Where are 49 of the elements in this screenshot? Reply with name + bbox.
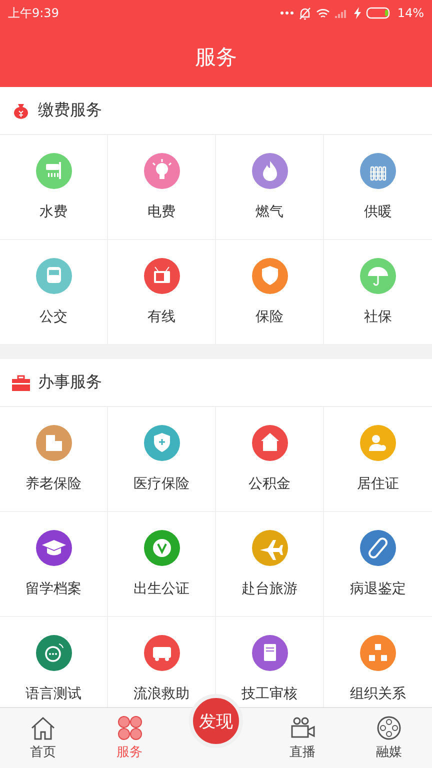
four-petal-icon [116,715,143,741]
radiator-icon [370,166,386,181]
briefcase-icon [12,374,30,390]
battery-percent: 14% [397,6,424,20]
money-bag-icon [12,102,30,120]
tab-bar-item[interactable]: 融媒 [346,708,432,768]
person-check-icon [369,435,386,451]
film-reel-icon [376,715,402,741]
service-tile[interactable]: 公交 [0,240,108,345]
badge-icon [152,539,170,557]
discover-button[interactable]: 发现 [188,694,243,748]
service-tile[interactable]: 公积金 [216,407,324,512]
section-title: 缴费服务 [38,100,102,121]
light-bulb-icon [152,158,172,179]
document-icon [264,644,276,661]
section-title: 办事服务 [38,372,102,393]
service-tile[interactable]: 留学档案 [0,512,108,617]
more-dots-icon [280,11,294,15]
status-time: 上午9:39 [8,4,59,22]
bus-icon [46,267,60,283]
television-icon [154,266,170,283]
service-tile[interactable]: 保险 [216,240,324,345]
charging-bolt-icon [354,7,362,19]
service-tile[interactable]: 燃气 [216,135,324,240]
shield-icon [262,266,278,285]
umbrella-icon [368,267,388,286]
flame-icon [262,161,276,181]
service-tile[interactable]: 养老保险 [0,407,108,512]
battery-icon [366,7,392,19]
airplane-icon [260,540,282,560]
chat-bubble-icon [44,644,63,662]
service-tile[interactable]: 出生公证 [108,512,216,617]
wifi-icon [316,8,330,18]
capsule-icon [366,536,390,560]
home-icon [29,715,58,741]
service-tile[interactable]: 水费 [0,135,108,240]
service-tile[interactable]: 有线 [108,240,216,345]
graduation-cap-icon [42,540,66,556]
service-tile[interactable]: 赴台旅游 [216,512,324,617]
medical-shield-icon [154,433,170,452]
muted-bell-icon [299,6,312,20]
service-tile[interactable]: 电费 [108,135,216,240]
service-tile[interactable]: 医疗保险 [108,407,216,512]
hierarchy-icon [369,644,387,661]
tab-bar-item[interactable]: 直播 [259,708,346,768]
house-icon [260,433,278,451]
tab-bar-item[interactable]: 首页 [0,708,86,768]
page-title: 服务 [195,44,237,70]
shower-icon [46,162,60,179]
